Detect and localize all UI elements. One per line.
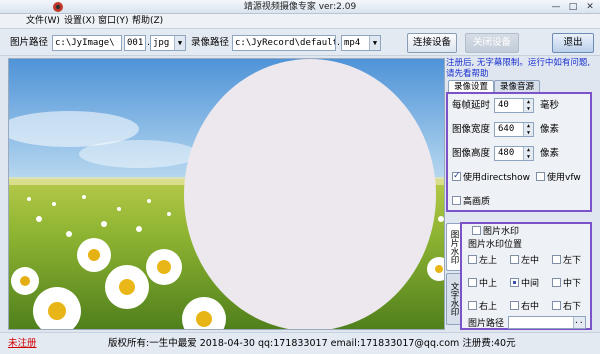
exit-button[interactable]: 退出 — [552, 33, 594, 53]
position-top-right[interactable]: 右上 — [468, 301, 497, 313]
settings-side-panel: 注册后, 无字幕限制。运行中如有问题, 请先看帮助 录像设置 录像音源 每帧延时… — [446, 58, 594, 330]
radio-icon — [468, 301, 477, 310]
image-width-value: 640 — [498, 124, 515, 134]
close-button[interactable]: ✕ — [582, 1, 598, 13]
record-ext-dot: . — [337, 37, 341, 48]
position-top-left-label: 左上 — [479, 256, 498, 266]
frame-delay-value: 40 — [498, 100, 509, 110]
radio-icon — [510, 255, 519, 264]
position-top-center[interactable]: 中上 — [468, 278, 497, 290]
menu-bar: 文件(W) 设置(X) 窗口(Y) 帮助(Z) — [0, 14, 600, 28]
high-quality-checkbox[interactable]: 高画质 — [452, 196, 490, 208]
record-path-input[interactable]: c:\JyRecord\default — [232, 35, 336, 51]
spin-arrows-icon[interactable]: ▲ ▼ — [523, 147, 533, 160]
position-bottom-right-label: 右下 — [563, 302, 582, 312]
window-title: 靖源视频摄像专家 ver:2.09 — [243, 2, 357, 12]
position-top-right-label: 右上 — [479, 302, 498, 312]
checkbox-icon — [536, 172, 545, 181]
use-vfw-checkbox[interactable]: 使用vfw — [536, 172, 581, 184]
position-bottom-center[interactable]: 中下 — [552, 278, 581, 290]
image-ext-value: jpg — [153, 38, 170, 48]
position-top-center-label: 中上 — [479, 279, 498, 289]
spin-arrows-icon[interactable]: ▲ ▼ — [523, 123, 533, 136]
position-center[interactable]: 中间 — [510, 278, 539, 290]
menu-window[interactable]: 窗口(Y) — [98, 14, 129, 28]
record-ext-select[interactable]: mp4 ▼ — [341, 35, 381, 51]
tab-record-audio[interactable]: 录像音源 — [494, 80, 540, 92]
position-mid-left[interactable]: 左中 — [510, 255, 539, 267]
position-mid-right[interactable]: 右中 — [510, 301, 539, 313]
position-bottom-right[interactable]: 右下 — [552, 301, 581, 313]
tab-record-settings[interactable]: 录像设置 — [448, 80, 494, 92]
frame-delay-label: 每帧延时 — [452, 100, 491, 111]
menu-settings[interactable]: 设置(X) — [64, 14, 95, 28]
menu-help[interactable]: 帮助(Z) — [132, 14, 163, 28]
image-ext-select[interactable]: jpg ▼ — [150, 35, 186, 51]
title-bar: 靖源视频摄像专家 ver:2.09 — □ ✕ — [0, 0, 600, 14]
copyright-text: 版权所有:一生中最爱 2018-04-30 qq:171833017 email… — [108, 338, 516, 349]
watermark-vertical-tabs: 图片水印 文字水印 — [446, 223, 460, 328]
frame-delay-input[interactable]: 40 ▲ ▼ — [494, 98, 534, 113]
unregistered-link[interactable]: 未注册 — [8, 338, 37, 350]
radio-icon — [510, 301, 519, 310]
tab-image-watermark[interactable]: 图片水印 — [446, 223, 460, 271]
radio-icon — [552, 301, 561, 310]
minimize-button[interactable]: — — [548, 1, 564, 13]
chevron-down-icon: ▼ — [369, 36, 380, 50]
register-notice: 注册后, 无字幕限制。运行中如有问题, 请先看帮助 — [446, 58, 591, 79]
position-mid-right-label: 右中 — [521, 302, 540, 312]
browse-button[interactable]: ... — [573, 317, 585, 328]
image-height-input[interactable]: 480 ▲ ▼ — [494, 146, 534, 161]
position-center-label: 中间 — [521, 279, 540, 289]
image-path-label: 图片路径 — [10, 37, 49, 48]
position-top-left[interactable]: 左上 — [468, 255, 497, 267]
use-directshow-checkbox[interactable]: 使用directshow — [452, 170, 530, 184]
checkbox-checked-icon — [452, 170, 461, 182]
position-mid-left-label: 左中 — [521, 256, 540, 266]
status-bar: 未注册 版权所有:一生中最爱 2018-04-30 qq:171833017 e… — [0, 332, 600, 354]
spin-arrows-icon[interactable]: ▲ ▼ — [523, 99, 533, 112]
image-height-value: 480 — [498, 148, 515, 158]
record-settings-panel: 每帧延时 40 ▲ ▼ 毫秒 图像宽度 640 ▲ ▼ 像素 图像高度 480 ▲ ▼… — [446, 92, 592, 212]
chevron-down-icon: ▼ — [174, 36, 185, 50]
watermark-position-label: 图片水印位置 — [468, 240, 523, 250]
connect-device-button[interactable]: 连接设备 — [407, 33, 457, 53]
image-width-label: 图像宽度 — [452, 124, 491, 135]
watermark-panel: 图片水印 图片水印位置 左上 左中 左下 中上 中间 中下 右上 右中 右下 图… — [460, 222, 592, 330]
radio-icon — [552, 255, 561, 264]
checkbox-icon — [472, 226, 481, 235]
record-path-label: 录像路径 — [191, 37, 230, 48]
radio-icon — [468, 278, 477, 287]
watermark-image-path-input[interactable]: ... — [508, 316, 586, 329]
radio-selected-icon — [510, 278, 519, 287]
radio-icon — [552, 278, 561, 287]
record-ext-value: mp4 — [344, 38, 361, 48]
use-directshow-label: 使用directshow — [463, 173, 530, 183]
disconnect-device-button[interactable]: 关闭设备 — [465, 33, 519, 53]
checkbox-icon — [452, 196, 461, 205]
radio-icon — [468, 255, 477, 264]
image-height-label: 图像高度 — [452, 148, 491, 159]
position-bottom-center-label: 中下 — [563, 279, 582, 289]
menu-file[interactable]: 文件(W) — [26, 14, 60, 28]
maximize-button[interactable]: □ — [565, 1, 581, 13]
toolbar: 图片路径 c:\JyImage\ 001 . jpg ▼ 录像路径 c:\JyR… — [0, 28, 600, 56]
use-vfw-label: 使用vfw — [547, 173, 581, 183]
tab-text-watermark[interactable]: 文字水印 — [446, 273, 460, 325]
image-watermark-checkbox[interactable]: 图片水印 — [472, 226, 519, 238]
position-bottom-left-label: 左下 — [563, 256, 582, 266]
high-quality-label: 高画质 — [463, 197, 491, 207]
watermark-image-path-label: 图片路径 — [468, 319, 505, 329]
image-watermark-label: 图片水印 — [483, 227, 520, 237]
position-bottom-left[interactable]: 左下 — [552, 255, 581, 267]
oval-mask — [184, 59, 436, 329]
camera-preview — [8, 58, 445, 330]
image-width-unit: 像素 — [540, 124, 560, 135]
image-path-input[interactable]: c:\JyImage\ — [52, 35, 122, 51]
image-height-unit: 像素 — [540, 148, 560, 159]
image-width-input[interactable]: 640 ▲ ▼ — [494, 122, 534, 137]
frame-delay-unit: 毫秒 — [540, 100, 560, 111]
image-index-input[interactable]: 001 — [124, 35, 146, 51]
